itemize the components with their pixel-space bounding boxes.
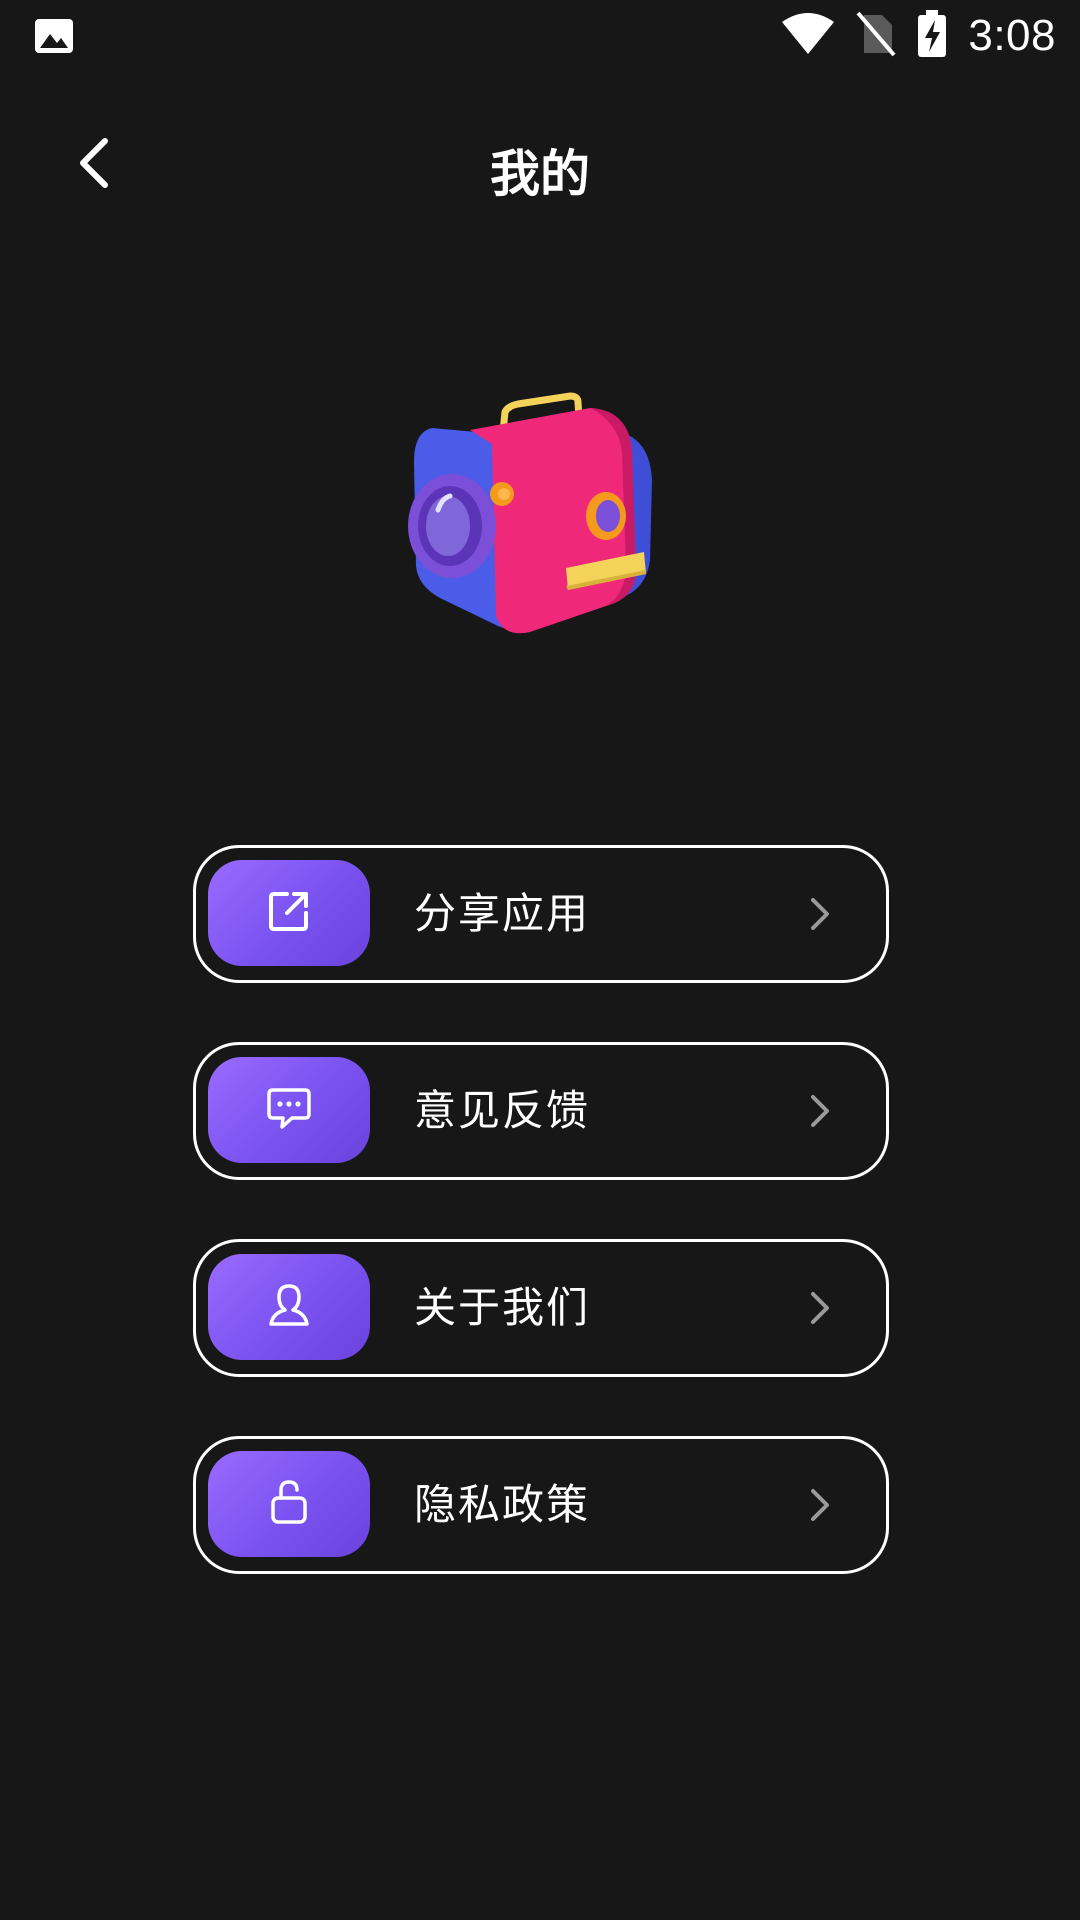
menu-item-feedback[interactable]: 意见反馈 <box>193 1042 889 1180</box>
menu-item-share-app[interactable]: 分享应用 <box>193 845 889 983</box>
chevron-right-icon <box>800 1485 840 1525</box>
wifi-icon <box>780 12 836 60</box>
share-icon <box>267 889 311 937</box>
menu-icon-box <box>208 1254 370 1360</box>
chevron-right-icon <box>800 1091 840 1131</box>
chevron-right-icon <box>800 894 840 934</box>
menu-item-about-us[interactable]: 关于我们 <box>193 1239 889 1377</box>
page-title: 我的 <box>490 145 590 203</box>
chevron-right-icon <box>800 1288 840 1328</box>
user-icon <box>267 1282 311 1332</box>
no-sim-icon <box>856 11 896 61</box>
settings-menu: 分享应用 意见反馈 关于我们 隐私政策 <box>193 845 889 1633</box>
status-icons: 3:08 <box>780 8 1056 64</box>
menu-item-label: 分享应用 <box>414 889 591 938</box>
menu-icon-box <box>208 1057 370 1163</box>
unlock-icon <box>267 1478 311 1530</box>
app-header: 我的 <box>0 110 1080 220</box>
menu-item-label: 关于我们 <box>414 1283 591 1332</box>
menu-item-label: 隐私政策 <box>414 1480 591 1529</box>
battery-charging-icon <box>916 10 948 62</box>
menu-item-privacy-policy[interactable]: 隐私政策 <box>193 1436 889 1574</box>
menu-icon-box <box>208 860 370 966</box>
status-time: 3:08 <box>968 11 1056 60</box>
image-notification-icon <box>34 16 74 56</box>
camera-3d-illustration <box>400 380 680 660</box>
menu-icon-box <box>208 1451 370 1557</box>
menu-item-label: 意见反馈 <box>414 1086 591 1135</box>
feedback-chat-icon <box>266 1086 312 1134</box>
status-bar: 3:08 <box>0 0 1080 72</box>
